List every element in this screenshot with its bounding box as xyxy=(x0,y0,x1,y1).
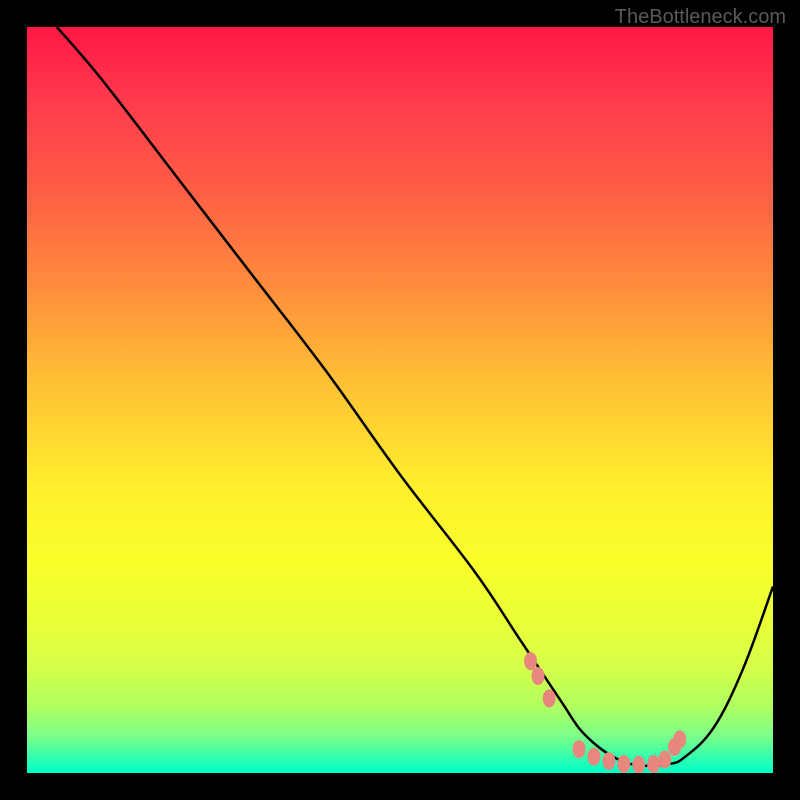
chart-plot-area xyxy=(27,27,773,773)
marker-dot xyxy=(673,730,686,748)
marker-dots-group xyxy=(524,652,686,773)
curve-path xyxy=(57,27,773,766)
marker-dot xyxy=(602,752,615,770)
marker-dot xyxy=(658,751,671,769)
marker-dot xyxy=(587,748,600,766)
marker-dot xyxy=(632,756,645,773)
marker-dot xyxy=(617,755,630,773)
marker-dot xyxy=(532,667,545,685)
bottleneck-chart xyxy=(27,27,773,773)
marker-dot xyxy=(543,689,556,707)
marker-dot xyxy=(647,755,660,773)
marker-dot xyxy=(573,740,586,758)
watermark-text: TheBottleneck.com xyxy=(615,6,786,29)
marker-dot xyxy=(524,652,537,670)
